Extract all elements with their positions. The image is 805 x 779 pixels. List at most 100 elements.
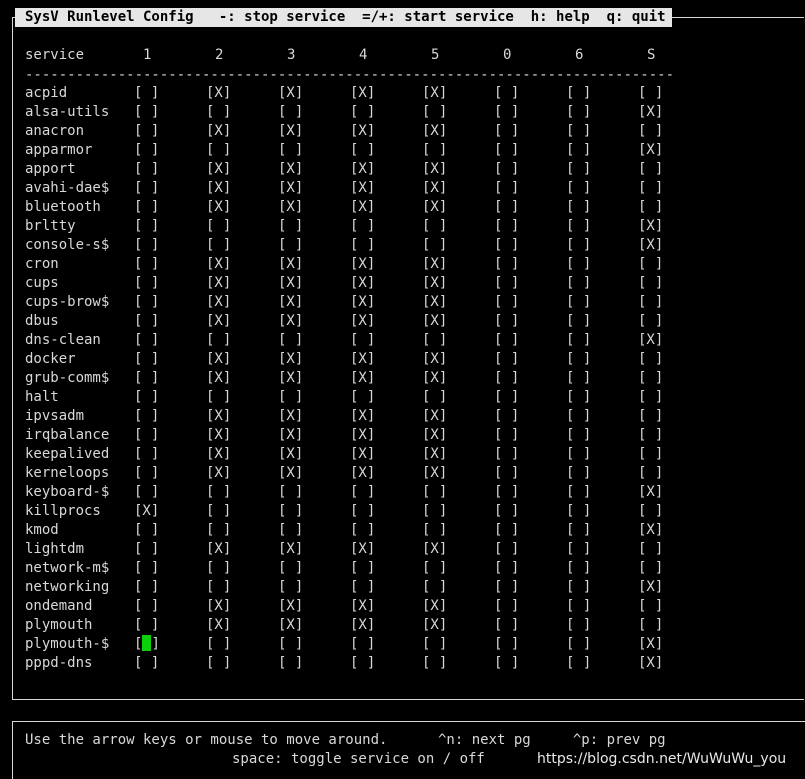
runlevel-toggle-6[interactable]: [ ] bbox=[566, 540, 591, 559]
runlevel-toggle-S[interactable]: [ ] bbox=[638, 293, 663, 312]
runlevel-toggle-2[interactable]: [ ] bbox=[206, 521, 231, 540]
runlevel-toggle-6[interactable]: [ ] bbox=[566, 141, 591, 160]
runlevel-toggle-0[interactable]: [ ] bbox=[494, 540, 519, 559]
runlevel-toggle-5[interactable]: [ ] bbox=[422, 236, 447, 255]
runlevel-toggle-6[interactable]: [ ] bbox=[566, 426, 591, 445]
runlevel-toggle-6[interactable]: [ ] bbox=[566, 369, 591, 388]
runlevel-toggle-6[interactable]: [ ] bbox=[566, 84, 591, 103]
runlevel-toggle-2[interactable]: [ ] bbox=[206, 578, 231, 597]
runlevel-toggle-4[interactable]: [X] bbox=[350, 445, 375, 464]
runlevel-toggle-1[interactable]: [ ] bbox=[134, 616, 159, 635]
runlevel-toggle-4[interactable]: [ ] bbox=[350, 141, 375, 160]
runlevel-toggle-S[interactable]: [ ] bbox=[638, 426, 663, 445]
runlevel-toggle-4[interactable]: [X] bbox=[350, 312, 375, 331]
runlevel-toggle-5[interactable]: [X] bbox=[422, 426, 447, 445]
runlevel-toggle-4[interactable]: [X] bbox=[350, 426, 375, 445]
runlevel-toggle-1[interactable]: [ ] bbox=[134, 122, 159, 141]
runlevel-toggle-4[interactable]: [X] bbox=[350, 407, 375, 426]
runlevel-toggle-2[interactable]: [X] bbox=[206, 616, 231, 635]
runlevel-toggle-S[interactable]: [ ] bbox=[638, 407, 663, 426]
runlevel-toggle-4[interactable]: [ ] bbox=[350, 654, 375, 673]
runlevel-toggle-3[interactable]: [ ] bbox=[278, 635, 303, 654]
runlevel-toggle-3[interactable]: [X] bbox=[278, 84, 303, 103]
runlevel-toggle-6[interactable]: [ ] bbox=[566, 350, 591, 369]
runlevel-toggle-0[interactable]: [ ] bbox=[494, 236, 519, 255]
runlevel-toggle-5[interactable]: [ ] bbox=[422, 388, 447, 407]
runlevel-toggle-4[interactable]: [X] bbox=[350, 255, 375, 274]
runlevel-toggle-S[interactable]: [ ] bbox=[638, 179, 663, 198]
runlevel-toggle-5[interactable]: [X] bbox=[422, 84, 447, 103]
runlevel-toggle-2[interactable]: [X] bbox=[206, 198, 231, 217]
runlevel-toggle-3[interactable]: [X] bbox=[278, 122, 303, 141]
runlevel-toggle-0[interactable]: [ ] bbox=[494, 559, 519, 578]
runlevel-toggle-6[interactable]: [ ] bbox=[566, 236, 591, 255]
runlevel-toggle-4[interactable]: [ ] bbox=[350, 483, 375, 502]
runlevel-toggle-S[interactable]: [ ] bbox=[638, 502, 663, 521]
runlevel-toggle-0[interactable]: [ ] bbox=[494, 502, 519, 521]
runlevel-toggle-2[interactable]: [X] bbox=[206, 293, 231, 312]
runlevel-toggle-4[interactable]: [X] bbox=[350, 160, 375, 179]
runlevel-toggle-6[interactable]: [ ] bbox=[566, 179, 591, 198]
runlevel-toggle-0[interactable]: [ ] bbox=[494, 654, 519, 673]
runlevel-toggle-3[interactable]: [ ] bbox=[278, 103, 303, 122]
runlevel-toggle-6[interactable]: [ ] bbox=[566, 483, 591, 502]
runlevel-toggle-6[interactable]: [ ] bbox=[566, 331, 591, 350]
runlevel-toggle-1[interactable]: [ ] bbox=[134, 521, 159, 540]
runlevel-toggle-2[interactable]: [X] bbox=[206, 426, 231, 445]
runlevel-toggle-S[interactable]: [X] bbox=[638, 635, 663, 654]
runlevel-toggle-S[interactable]: [X] bbox=[638, 521, 663, 540]
runlevel-toggle-6[interactable]: [ ] bbox=[566, 274, 591, 293]
runlevel-toggle-2[interactable]: [X] bbox=[206, 369, 231, 388]
runlevel-toggle-1[interactable]: [ ] bbox=[134, 179, 159, 198]
runlevel-toggle-1[interactable]: [ ] bbox=[134, 369, 159, 388]
runlevel-toggle-5[interactable]: [X] bbox=[422, 160, 447, 179]
runlevel-toggle-S[interactable]: [ ] bbox=[638, 255, 663, 274]
runlevel-toggle-6[interactable]: [ ] bbox=[566, 635, 591, 654]
runlevel-toggle-2[interactable]: [ ] bbox=[206, 388, 231, 407]
runlevel-toggle-6[interactable]: [ ] bbox=[566, 616, 591, 635]
runlevel-toggle-1[interactable]: [ ] bbox=[134, 559, 159, 578]
runlevel-toggle-0[interactable]: [ ] bbox=[494, 483, 519, 502]
runlevel-toggle-1[interactable]: [ ] bbox=[134, 350, 159, 369]
runlevel-toggle-2[interactable]: [X] bbox=[206, 464, 231, 483]
runlevel-toggle-3[interactable]: [ ] bbox=[278, 502, 303, 521]
runlevel-toggle-4[interactable]: [X] bbox=[350, 616, 375, 635]
runlevel-toggle-3[interactable]: [X] bbox=[278, 255, 303, 274]
runlevel-toggle-5[interactable]: [ ] bbox=[422, 217, 447, 236]
runlevel-toggle-3[interactable]: [X] bbox=[278, 597, 303, 616]
runlevel-toggle-S[interactable]: [X] bbox=[638, 236, 663, 255]
runlevel-toggle-4[interactable]: [X] bbox=[350, 179, 375, 198]
runlevel-toggle-3[interactable]: [ ] bbox=[278, 217, 303, 236]
runlevel-toggle-3[interactable]: [X] bbox=[278, 369, 303, 388]
runlevel-toggle-0[interactable]: [ ] bbox=[494, 274, 519, 293]
runlevel-toggle-3[interactable]: [X] bbox=[278, 445, 303, 464]
runlevel-toggle-1[interactable]: [ ] bbox=[134, 236, 159, 255]
runlevel-toggle-0[interactable]: [ ] bbox=[494, 293, 519, 312]
runlevel-toggle-6[interactable]: [ ] bbox=[566, 255, 591, 274]
runlevel-toggle-1[interactable]: [ ] bbox=[134, 198, 159, 217]
runlevel-toggle-0[interactable]: [ ] bbox=[494, 521, 519, 540]
runlevel-toggle-4[interactable]: [X] bbox=[350, 464, 375, 483]
runlevel-toggle-0[interactable]: [ ] bbox=[494, 160, 519, 179]
runlevel-toggle-4[interactable]: [ ] bbox=[350, 559, 375, 578]
runlevel-toggle-4[interactable]: [X] bbox=[350, 540, 375, 559]
runlevel-toggle-0[interactable]: [ ] bbox=[494, 369, 519, 388]
runlevel-toggle-0[interactable]: [ ] bbox=[494, 597, 519, 616]
runlevel-toggle-2[interactable]: [ ] bbox=[206, 331, 231, 350]
runlevel-toggle-4[interactable]: [X] bbox=[350, 350, 375, 369]
runlevel-toggle-3[interactable]: [X] bbox=[278, 407, 303, 426]
runlevel-toggle-5[interactable]: [X] bbox=[422, 369, 447, 388]
runlevel-toggle-0[interactable]: [ ] bbox=[494, 103, 519, 122]
runlevel-toggle-3[interactable]: [ ] bbox=[278, 483, 303, 502]
runlevel-toggle-S[interactable]: [X] bbox=[638, 217, 663, 236]
runlevel-toggle-6[interactable]: [ ] bbox=[566, 578, 591, 597]
runlevel-toggle-5[interactable]: [ ] bbox=[422, 103, 447, 122]
runlevel-toggle-6[interactable]: [ ] bbox=[566, 502, 591, 521]
runlevel-toggle-3[interactable]: [X] bbox=[278, 616, 303, 635]
runlevel-toggle-6[interactable]: [ ] bbox=[566, 464, 591, 483]
runlevel-toggle-1[interactable]: [ ] bbox=[134, 654, 159, 673]
runlevel-toggle-5[interactable]: [ ] bbox=[422, 141, 447, 160]
runlevel-toggle-0[interactable]: [ ] bbox=[494, 84, 519, 103]
runlevel-toggle-S[interactable]: [ ] bbox=[638, 350, 663, 369]
runlevel-toggle-5[interactable]: [X] bbox=[422, 540, 447, 559]
